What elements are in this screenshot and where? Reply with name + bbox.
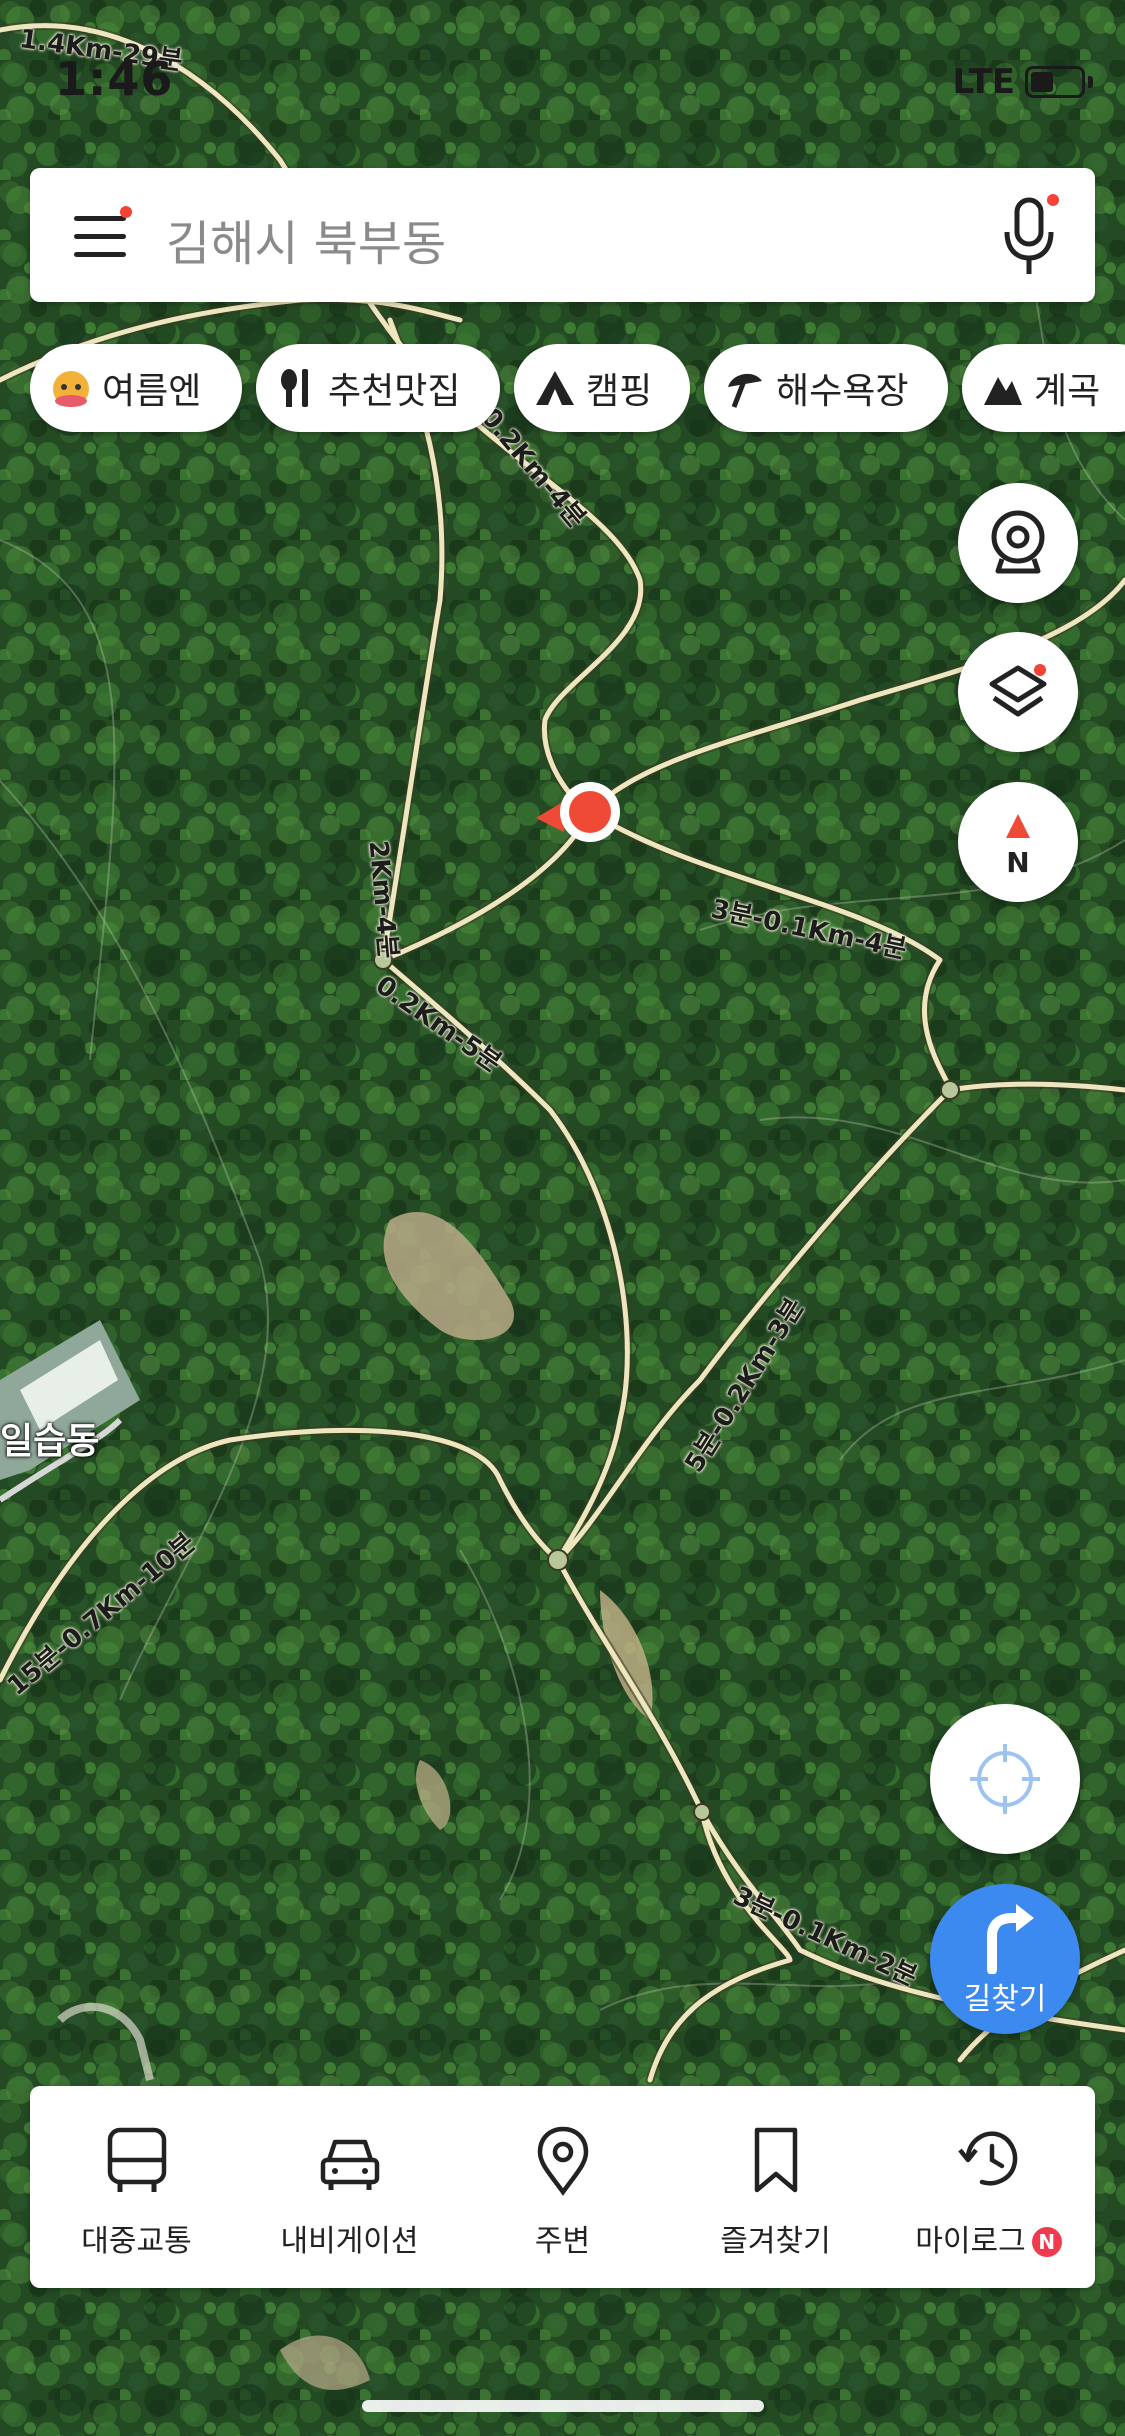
status-bar: 1:46 LTE bbox=[0, 0, 1125, 150]
search-bar[interactable]: 김해시 북부동 bbox=[30, 168, 1095, 302]
tab-nearby[interactable]: 주변 bbox=[456, 2086, 669, 2288]
compass-icon: N bbox=[1006, 814, 1030, 879]
locate-button[interactable] bbox=[930, 1704, 1080, 1854]
chip-summer[interactable]: 여름엔 bbox=[30, 344, 242, 432]
search-input[interactable]: 김해시 북부동 bbox=[166, 204, 446, 274]
tab-mylog[interactable]: 마이로그 N bbox=[882, 2086, 1095, 2288]
layers-button[interactable] bbox=[958, 632, 1078, 752]
microphone-icon[interactable] bbox=[999, 194, 1059, 278]
bottom-tab-bar: 대중교통 내비게이션 주변 즐겨찾기 마이로그 N bbox=[30, 2086, 1095, 2288]
history-icon bbox=[958, 2131, 1018, 2186]
bus-icon bbox=[107, 2127, 167, 2192]
cctv-icon bbox=[991, 510, 1045, 574]
chip-camping[interactable]: 캠핑 bbox=[514, 344, 690, 432]
tab-favorites[interactable]: 즐겨찾기 bbox=[669, 2086, 882, 2288]
character-icon bbox=[50, 367, 92, 409]
chip-valley[interactable]: 계곡 bbox=[962, 344, 1125, 432]
tent-icon bbox=[534, 367, 576, 409]
layers-icon bbox=[989, 664, 1047, 717]
compass-button[interactable]: N bbox=[958, 782, 1078, 902]
chip-label: 여름엔 bbox=[102, 371, 202, 412]
chip-label: 계곡 bbox=[1034, 371, 1101, 412]
chip-restaurants[interactable]: 추천맛집 bbox=[256, 344, 500, 432]
crosshair-icon bbox=[970, 1744, 1040, 1814]
bookmark-icon bbox=[754, 2127, 798, 2193]
route-label: 길찾기 bbox=[963, 1982, 1047, 2017]
tab-label-wrap: 마이로그 N bbox=[882, 2216, 1095, 2260]
status-time: 1:46 bbox=[55, 52, 174, 106]
tab-label: 즐겨찾기 bbox=[720, 2224, 831, 2259]
chip-label: 추천맛집 bbox=[328, 371, 461, 412]
restaurant-icon bbox=[276, 367, 318, 409]
beach-umbrella-icon bbox=[724, 367, 766, 409]
notification-dot bbox=[1047, 194, 1059, 206]
chip-beach[interactable]: 해수욕장 bbox=[704, 344, 948, 432]
chip-label: 캠핑 bbox=[586, 371, 653, 412]
battery-icon bbox=[1025, 66, 1085, 98]
cctv-button[interactable] bbox=[958, 483, 1078, 603]
menu-icon[interactable] bbox=[74, 206, 132, 260]
svg-text:N: N bbox=[1006, 846, 1029, 879]
tab-label: 대중교통 bbox=[81, 2224, 192, 2259]
notification-dot bbox=[120, 206, 132, 218]
tab-label: 마이로그 bbox=[915, 2224, 1026, 2259]
tab-label: 주변 bbox=[534, 2224, 591, 2259]
route-button[interactable]: 길찾기 bbox=[930, 1884, 1080, 2034]
battery-tip bbox=[1088, 76, 1093, 88]
mountain-icon bbox=[982, 367, 1024, 409]
tab-transit[interactable]: 대중교통 bbox=[30, 2086, 243, 2288]
tab-label: 내비게이션 bbox=[280, 2224, 419, 2259]
car-icon bbox=[320, 2139, 380, 2190]
category-chips: 여름엔 추천맛집 캠핑 해수욕장 계곡 bbox=[30, 344, 1125, 434]
home-indicator bbox=[362, 2400, 764, 2412]
place-label: 일습동 bbox=[0, 1421, 100, 1462]
turn-right-arrow-icon bbox=[987, 1904, 1034, 1974]
location-pin-icon bbox=[537, 2126, 589, 2196]
new-badge: N bbox=[1031, 2227, 1062, 2257]
tab-navigation[interactable]: 내비게이션 bbox=[243, 2086, 456, 2288]
network-indicator: LTE bbox=[952, 62, 1015, 102]
chip-label: 해수욕장 bbox=[776, 371, 909, 412]
